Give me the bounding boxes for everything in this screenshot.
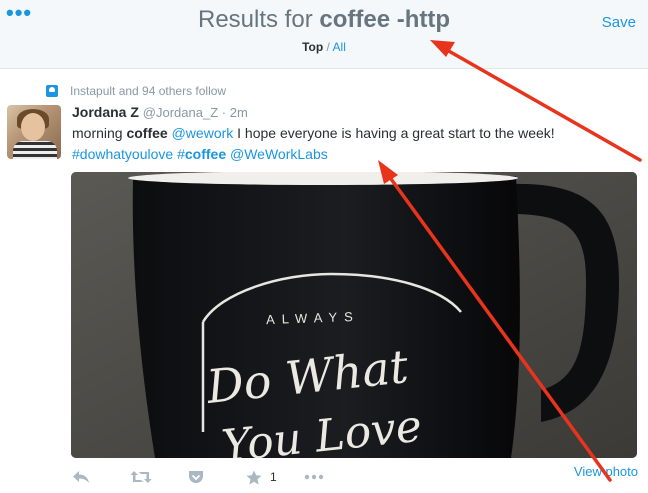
tweet-actions: 1 — [72, 466, 638, 488]
hashtag-symbol: # — [177, 146, 185, 162]
avatar[interactable] — [7, 105, 61, 159]
tweet-time[interactable]: · 2m — [218, 105, 248, 120]
highlighted-term: coffee — [126, 125, 168, 141]
pocket-icon — [189, 471, 203, 483]
favorite-count: 1 — [270, 470, 277, 484]
result-filter: Top / All — [0, 40, 648, 54]
reply-button[interactable] — [72, 470, 130, 484]
more-actions-button[interactable] — [304, 474, 362, 480]
filter-top[interactable]: Top — [302, 40, 323, 54]
mention-weworklabs[interactable]: @WeWorkLabs — [230, 146, 328, 162]
more-actions-icon — [304, 474, 324, 480]
search-query: coffee -http — [319, 6, 451, 33]
hashtag-dowhatyoulove[interactable]: #dowhatyoulove — [72, 146, 173, 162]
retweet-icon — [130, 471, 152, 483]
tweet-photo[interactable]: ALWAYS Do What You Love — [71, 172, 637, 458]
favorite-button[interactable]: 1 — [246, 470, 304, 485]
tweet-text: morning coffee @wework I hope everyone i… — [72, 123, 632, 165]
author-name[interactable]: Jordana Z — [72, 104, 139, 120]
reply-icon — [73, 471, 89, 483]
mention-wework[interactable]: @wework — [172, 125, 234, 141]
social-context: Instapult and 94 others follow — [46, 82, 226, 100]
retweet-button[interactable] — [130, 470, 188, 484]
social-context-label[interactable]: Instapult and 94 others follow — [70, 84, 226, 98]
follow-context-icon — [46, 85, 58, 97]
filter-separator: / — [323, 40, 333, 54]
text-segment: morning — [72, 125, 127, 141]
favorite-icon — [246, 470, 262, 484]
hashtag-word: coffee — [184, 146, 227, 162]
tweet-author: Jordana Z @Jordana_Z · 2m — [72, 104, 248, 120]
author-handle[interactable]: @Jordana_Z — [143, 105, 218, 120]
save-button[interactable]: Save — [602, 14, 636, 31]
title-prefix: Results for — [197, 6, 320, 33]
text-segment: I hope everyone is having a great start … — [233, 125, 555, 141]
pocket-button[interactable] — [188, 470, 246, 484]
filter-all[interactable]: All — [333, 40, 346, 54]
page-title: Results for coffee -http — [0, 6, 648, 34]
view-photo-link[interactable]: View photo — [574, 464, 638, 479]
hashtag-coffee[interactable]: #coffee — [177, 146, 226, 162]
search-header: ••• Results for coffee -http Save Top / … — [0, 0, 648, 69]
